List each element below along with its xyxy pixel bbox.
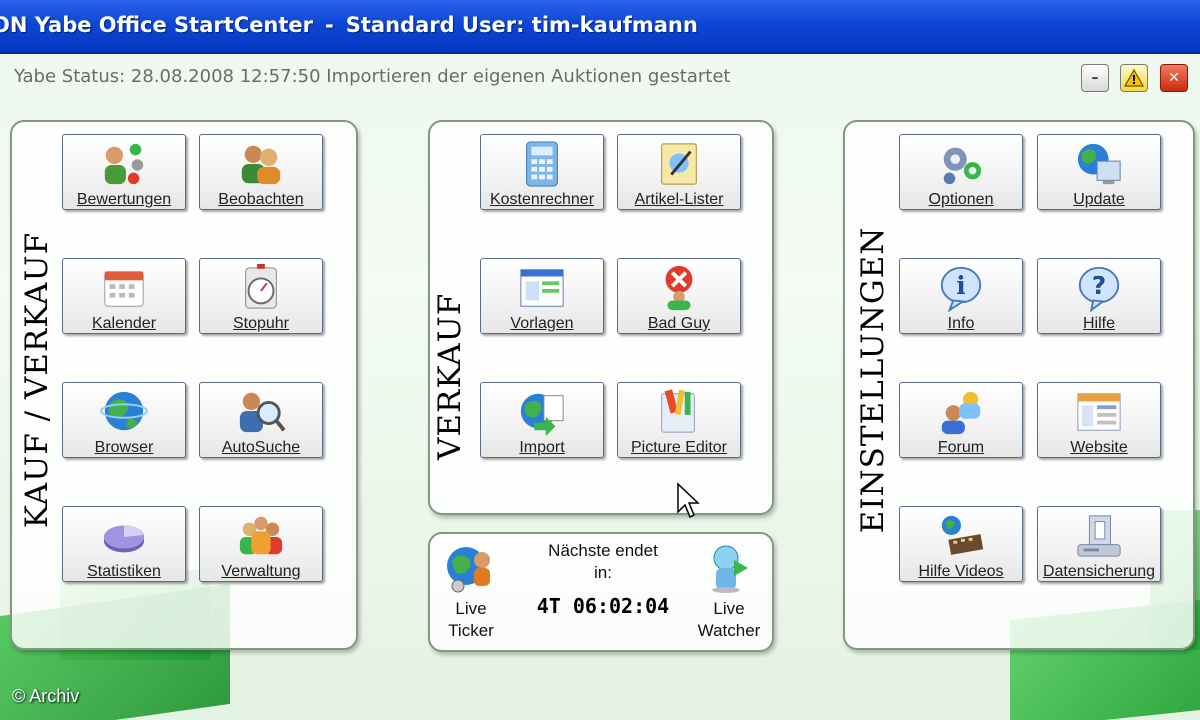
film-icon: [941, 515, 984, 555]
tile-label: Kalender: [91, 315, 157, 332]
tile-label: Datensicherung: [1042, 563, 1156, 580]
tile-beobachten-button[interactable]: Beobachten: [199, 134, 323, 210]
next-ends-in-label: in:: [594, 563, 612, 582]
forum-icon: [941, 391, 981, 435]
website-icon: [1077, 393, 1121, 431]
tile-label: Website: [1070, 439, 1128, 456]
tile-label: Optionen: [928, 191, 994, 208]
stopwatch-icon: [245, 264, 277, 309]
tile-label: Bad Guy: [647, 315, 711, 332]
tile-label: Bewertungen: [76, 191, 172, 208]
warning-button[interactable]: !: [1120, 64, 1148, 92]
svg-text:i: i: [956, 271, 965, 300]
mouse-cursor-icon: [677, 482, 700, 519]
tile-import-button[interactable]: Import: [480, 382, 604, 458]
bad-user-icon: [665, 265, 693, 311]
tile-label: Stopuhr: [232, 315, 290, 332]
minimize-button[interactable]: –: [1081, 64, 1109, 92]
panel-title-einstellungen: EINSTELLUNGEN: [855, 226, 891, 534]
tile-label: AutoSuche: [221, 439, 301, 456]
tile-hilfe-button[interactable]: ? Hilfe: [1037, 258, 1161, 334]
tile-vorlagen-button[interactable]: Vorlagen: [480, 258, 604, 334]
tile-label: Picture Editor: [630, 439, 728, 456]
tile-browser-button[interactable]: Browser: [62, 382, 186, 458]
live-watcher-icon: [712, 545, 748, 593]
tile-datensicherung-button[interactable]: Datensicherung: [1037, 506, 1161, 582]
tile-statistiken-button[interactable]: Statistiken: [62, 506, 186, 582]
tile-update-button[interactable]: Update: [1037, 134, 1161, 210]
tile-website-button[interactable]: Website: [1037, 382, 1161, 458]
panel-ticker: Live Ticker Nächste endet in: 4T 06:02:0…: [428, 532, 774, 652]
tile-label: Import: [519, 439, 565, 456]
title-bar[interactable]: ON Yabe Office StartCenter - Standard User…: [0, 0, 1200, 54]
tile-stopuhr-button[interactable]: Stopuhr: [199, 258, 323, 334]
status-text: Yabe Status: 28.08.2008 12:57:50 Importi…: [14, 66, 731, 87]
tile-forum-button[interactable]: Forum: [899, 382, 1023, 458]
live-ticker-icon: [447, 547, 490, 593]
svg-text:?: ?: [1092, 271, 1106, 300]
watch-users-icon: [241, 145, 281, 185]
tile-label: Kostenrechner: [489, 191, 595, 208]
import-icon: [520, 393, 564, 436]
live-ticker-button[interactable]: Live Ticker: [438, 540, 504, 648]
article-list-icon: [661, 143, 697, 185]
tile-label: Beobachten: [218, 191, 304, 208]
pie-chart-icon: [103, 525, 145, 553]
live-watcher-button[interactable]: Live Watcher: [688, 540, 770, 648]
title-user: Standard User: tim-kaufmann: [345, 13, 698, 37]
tile-label: Statistiken: [87, 563, 161, 580]
live-watcher-label-2: Watcher: [697, 621, 761, 640]
tile-label: Hilfe Videos: [918, 563, 1004, 580]
gears-icon: [943, 147, 982, 185]
info-icon: i: [940, 266, 982, 312]
calendar-icon: [104, 271, 144, 307]
tile-label: Verwaltung: [221, 563, 301, 580]
backup-icon: [1077, 515, 1121, 557]
live-ticker-label-1: Live: [455, 599, 487, 618]
tile-info-button[interactable]: i Info: [899, 258, 1023, 334]
live-watcher-label-1: Live: [713, 599, 745, 618]
title-app-name: ON Yabe Office StartCenter: [0, 13, 314, 37]
tile-label: Update: [1073, 191, 1125, 208]
tile-verwaltung-button[interactable]: Verwaltung: [199, 506, 323, 582]
calculator-icon: [526, 141, 558, 187]
window-title: ON Yabe Office StartCenter - Standard User…: [0, 13, 698, 37]
svg-text:!: !: [1131, 73, 1136, 87]
warning-icon: !: [1124, 69, 1144, 87]
users-rating-icon: [104, 143, 144, 185]
tile-optionen-button[interactable]: Optionen: [899, 134, 1023, 210]
panel-title-kauf-verkauf: KAUF / VERKAUF: [19, 231, 55, 529]
countdown-timer: 4T 06:02:04: [536, 594, 670, 618]
close-button[interactable]: ✕: [1160, 64, 1188, 92]
tile-kostenrechner-button[interactable]: Kostenrechner: [480, 134, 604, 210]
help-icon: ?: [1078, 266, 1120, 312]
tile-kalender-button[interactable]: Kalender: [62, 258, 186, 334]
update-globe-icon: [1077, 143, 1121, 185]
tile-label: Hilfe: [1082, 315, 1115, 332]
user-search-icon: [239, 392, 286, 433]
tile-picture-editor-button[interactable]: Picture Editor: [617, 382, 741, 458]
tile-artikel-lister-button[interactable]: Artikel-Lister: [617, 134, 741, 210]
template-icon: [520, 269, 564, 307]
next-ends-label: Nächste endet: [548, 541, 658, 560]
tile-label: Forum: [937, 439, 985, 456]
panel-title-verkauf: VERKAUF: [432, 292, 468, 460]
tile-label: Browser: [94, 439, 154, 456]
title-separator: -: [325, 13, 334, 37]
tile-label: Artikel-Lister: [634, 191, 724, 208]
tile-autosuche-button[interactable]: AutoSuche: [199, 382, 323, 458]
group-icon: [239, 516, 283, 555]
live-ticker-label-2: Ticker: [448, 621, 494, 640]
tile-bewertungen-button[interactable]: Bewertungen: [62, 134, 186, 210]
globe-icon: [100, 391, 148, 431]
tile-label: Vorlagen: [510, 315, 574, 332]
picture-editor-icon: [661, 389, 695, 433]
tile-hilfe-videos-button[interactable]: Hilfe Videos: [899, 506, 1023, 582]
tile-bad-guy-button[interactable]: Bad Guy: [617, 258, 741, 334]
tile-label: Info: [947, 315, 975, 332]
copyright: © Archiv: [12, 686, 80, 706]
